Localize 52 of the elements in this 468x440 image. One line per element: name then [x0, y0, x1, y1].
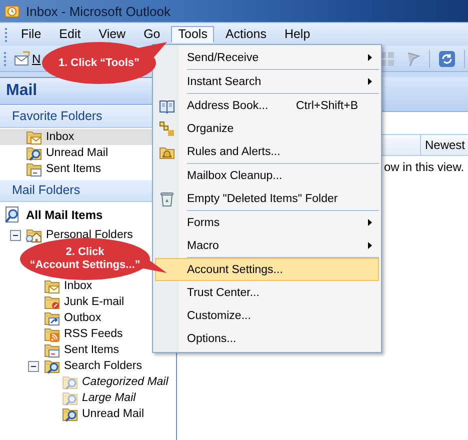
sync-icon[interactable] — [438, 50, 456, 68]
collapse-icon[interactable] — [10, 230, 21, 240]
menu-item[interactable]: Send/Receive — [155, 46, 379, 69]
organize-icon — [159, 120, 175, 136]
folder-item[interactable]: Inbox — [44, 278, 92, 294]
search-folder-icon — [62, 390, 78, 406]
grip-icon[interactable] — [4, 50, 7, 66]
outbox-folder-icon — [44, 310, 60, 326]
menu-item[interactable]: Options... — [155, 327, 379, 350]
new-mail-icon[interactable] — [14, 50, 30, 66]
empty-message: ow in this view. — [384, 160, 464, 174]
personal-folders-icon — [26, 227, 42, 243]
junk-folder-icon — [44, 294, 60, 310]
search-folder-icon — [44, 358, 60, 374]
callout-text: 1. Click “Tools” — [58, 56, 140, 70]
rss-folder-icon — [44, 326, 60, 342]
callout-text: 2. Click “Account Settings...” — [30, 246, 140, 272]
collapse-icon[interactable] — [28, 360, 39, 372]
menu-item[interactable]: Customize... — [155, 304, 379, 327]
menu-item[interactable]: Go — [136, 26, 168, 43]
inbox-folder-icon — [26, 129, 42, 145]
column-header[interactable]: Newest — [421, 135, 466, 155]
folder-item[interactable]: Sent Items — [44, 342, 119, 358]
new-button[interactable]: N — [32, 52, 41, 66]
menu-item[interactable]: Account Settings... — [155, 258, 379, 281]
search-folder-icon — [62, 406, 78, 422]
folder-item[interactable]: Categorized Mail — [62, 374, 168, 390]
folder-item[interactable]: Outbox — [44, 310, 102, 326]
search-folder-icon — [62, 374, 78, 390]
menu-item[interactable]: Macro — [155, 234, 379, 257]
shortcut-text: Ctrl+Shift+B — [296, 100, 358, 112]
menu-item[interactable]: Tools — [171, 26, 214, 43]
address-book-icon — [159, 98, 175, 114]
sent-folder-icon — [26, 161, 42, 177]
folder-item[interactable]: Junk E-mail — [44, 294, 124, 310]
window-title: Inbox - Microsoft Outlook — [26, 4, 170, 18]
folder-item[interactable]: Search Folders — [44, 358, 142, 374]
inbox-folder-icon — [44, 278, 60, 294]
grip-icon[interactable] — [5, 26, 8, 42]
sent-folder-icon — [44, 342, 60, 358]
trash-can-icon — [159, 190, 175, 206]
menu-item[interactable]: Edit — [52, 26, 88, 43]
folder-item[interactable]: RSS Feeds — [44, 326, 123, 342]
folder-item[interactable]: Large Mail — [62, 390, 136, 406]
search-folder-icon — [26, 145, 42, 161]
menu-item[interactable]: Actions — [218, 26, 274, 43]
folder-item[interactable]: Personal Folders — [26, 227, 133, 243]
folder-item[interactable]: Unread Mail — [62, 406, 144, 422]
menu-item[interactable]: Help — [277, 26, 318, 43]
menu-item[interactable]: Trust Center... — [155, 281, 379, 304]
menu-item[interactable]: View — [92, 26, 133, 43]
menu-item[interactable]: File — [14, 26, 48, 43]
